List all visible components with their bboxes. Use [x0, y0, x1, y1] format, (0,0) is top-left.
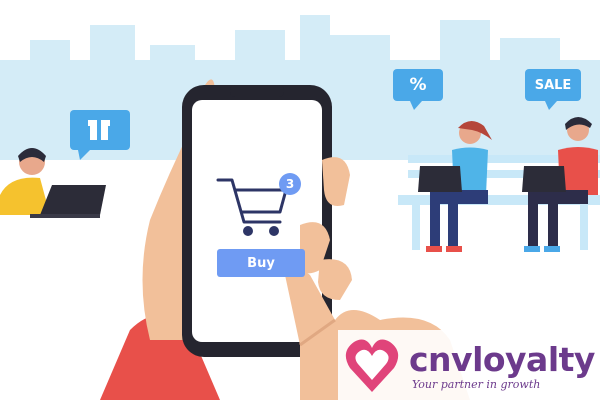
buy-button[interactable]: Buy: [217, 249, 305, 277]
percent-bubble-label: %: [409, 75, 427, 95]
sale-bubble-label: SALE: [534, 77, 572, 93]
brand-tagline: Your partner in growth: [412, 378, 541, 391]
promo-illustration: 3 Buy % SALE cnvloyalty Your partner in …: [0, 0, 600, 400]
gift-icon: [88, 118, 110, 140]
cart-count-badge: 3: [279, 173, 301, 195]
brand-name: cnvloyalty: [409, 340, 595, 379]
